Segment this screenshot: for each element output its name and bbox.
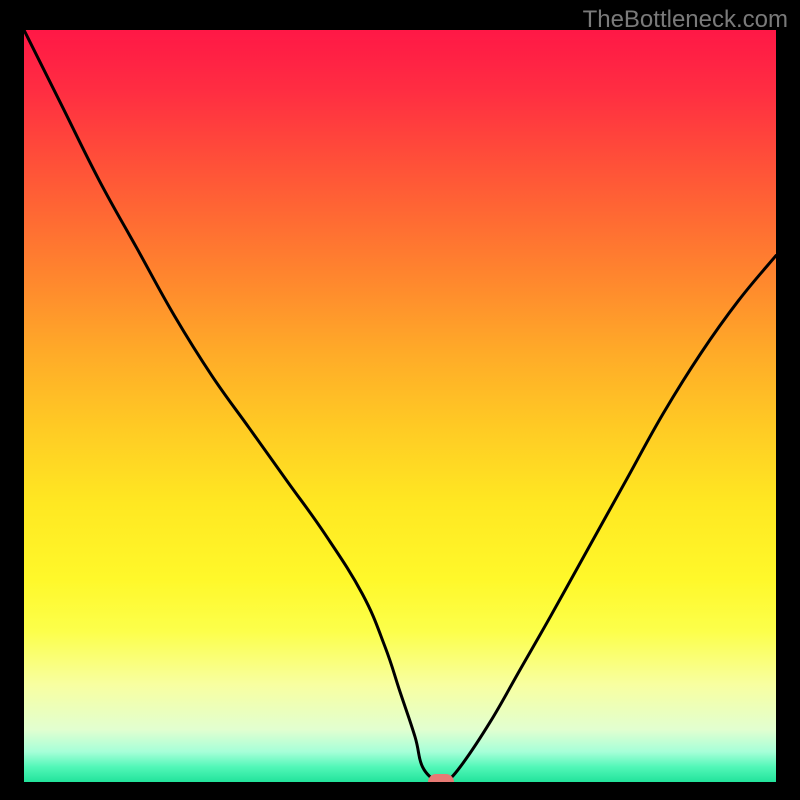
bottleneck-curve-path — [24, 30, 776, 782]
optimal-point-marker — [428, 774, 454, 782]
watermark-text: TheBottleneck.com — [583, 6, 788, 34]
curve-svg — [24, 30, 776, 782]
plot-area — [24, 30, 776, 782]
